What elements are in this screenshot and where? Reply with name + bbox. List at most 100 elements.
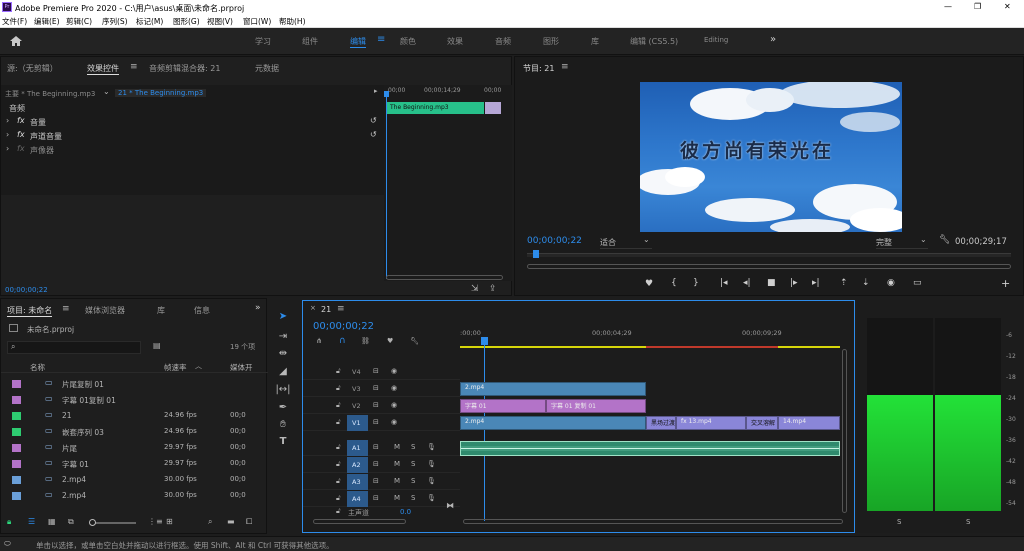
- lock-icon[interactable]: 🔓︎: [336, 460, 341, 469]
- panel-menu-icon[interactable]: ≡: [130, 62, 138, 72]
- solo-button[interactable]: S: [411, 443, 415, 451]
- meter-solo-left[interactable]: S: [897, 518, 901, 526]
- icon-view-icon[interactable]: ▦: [48, 517, 56, 526]
- play-only-icon[interactable]: ▸: [374, 87, 378, 95]
- workspace-editing-cs55[interactable]: 编辑 (CS5.5): [630, 36, 678, 47]
- nest-icon[interactable]: ⋔: [316, 337, 322, 345]
- workspace-editing-en[interactable]: Editing: [704, 36, 728, 44]
- fx-icon[interactable]: fx: [17, 116, 25, 125]
- microphone-icon[interactable]: 🎙︎: [427, 460, 436, 468]
- effect-row-channel-volume[interactable]: › fx 声道音量 ↺: [1, 130, 384, 143]
- sync-lock-icon[interactable]: ⊟: [373, 443, 379, 451]
- meter-solo-right[interactable]: S: [966, 518, 970, 526]
- label-color-swatch[interactable]: [12, 476, 21, 484]
- step-forward-icon[interactable]: |▸: [790, 278, 798, 288]
- project-item[interactable]: ▭ 2.mp4 30.00 fps 00;0: [1, 489, 268, 504]
- sync-lock-icon[interactable]: ⊟: [373, 494, 379, 502]
- close-tab-icon[interactable]: ×: [310, 304, 316, 312]
- chevron-right-icon[interactable]: ›: [6, 144, 9, 153]
- lock-icon[interactable]: 🔓︎: [336, 401, 341, 410]
- work-area-bar[interactable]: [460, 346, 646, 348]
- track-label[interactable]: A2: [352, 461, 361, 469]
- label-color-swatch[interactable]: [12, 460, 21, 468]
- clip-v2-subtitle-copy[interactable]: 字幕 01 复制 01: [546, 399, 646, 413]
- tab-audio-clip-mixer[interactable]: 音频剪辑混合器: 21: [149, 63, 220, 74]
- fx-icon[interactable]: fx: [17, 130, 25, 139]
- solo-button[interactable]: S: [411, 494, 415, 502]
- track-header[interactable]: 🔓︎ V3 ⊟ ◉: [303, 381, 460, 397]
- new-bin-icon[interactable]: ▬: [227, 517, 235, 526]
- effect-row-panner[interactable]: › fx 声像器: [1, 144, 384, 157]
- menu-edit[interactable]: 编辑(E): [34, 16, 60, 27]
- program-scrub-bar[interactable]: [527, 253, 1011, 257]
- effect-controls-timecode[interactable]: 00;00;00;22: [5, 286, 48, 294]
- menu-marker[interactable]: 标记(M): [136, 16, 163, 27]
- project-item[interactable]: ▭ 字幕 01复制 01: [1, 393, 268, 408]
- timeline-zoom-scrollbar[interactable]: [463, 519, 843, 524]
- program-timecode[interactable]: 00;00;00;22: [527, 236, 582, 246]
- lock-icon[interactable]: 🔓︎: [336, 418, 341, 427]
- video-frame[interactable]: 彼方尚有荣光在: [640, 82, 902, 232]
- project-item[interactable]: ▭ 字幕 01 29.97 fps 00;0: [1, 457, 268, 472]
- menu-sequence[interactable]: 序列(S): [102, 16, 128, 27]
- track-header[interactable]: 🔓︎ V1 ⊟ ◉: [303, 415, 460, 431]
- solo-button[interactable]: S: [411, 460, 415, 468]
- track-header[interactable]: 🔓︎ A3 ⊟ M S 🎙︎: [303, 474, 460, 490]
- master-track-header[interactable]: 🔓︎ 主声道 0.0: [303, 506, 460, 520]
- project-item[interactable]: ▭ 21 24.96 fps 00;0: [1, 409, 268, 424]
- chevron-right-icon[interactable]: ›: [6, 116, 9, 125]
- menu-window[interactable]: 窗口(W): [243, 16, 271, 27]
- menu-clip[interactable]: 剪辑(C): [66, 16, 92, 27]
- workspace-effects[interactable]: 效果: [447, 36, 463, 47]
- label-color-swatch[interactable]: [12, 396, 21, 404]
- label-color-swatch[interactable]: [12, 380, 21, 388]
- clip-v1-transition-black[interactable]: 黑场过渡: [646, 416, 676, 430]
- program-monitor-title[interactable]: 节目: 21: [523, 63, 554, 74]
- clip-v2-subtitle[interactable]: 字幕 01: [460, 399, 546, 413]
- toggle-output-icon[interactable]: ◉: [391, 384, 397, 392]
- type-tool-icon[interactable]: T: [275, 436, 291, 447]
- selection-tool-icon[interactable]: ➤: [275, 311, 291, 322]
- sequence-path[interactable]: 主要 * The Beginning.mp3: [5, 89, 95, 99]
- add-marker-icon[interactable]: ♥: [645, 279, 653, 289]
- ripple-edit-tool-icon[interactable]: ⇹: [275, 348, 291, 359]
- add-marker-icon[interactable]: ♥: [387, 337, 393, 345]
- track-label[interactable]: A1: [352, 444, 361, 452]
- add-button-icon[interactable]: +: [1001, 277, 1010, 290]
- track-header[interactable]: 🔓︎ A2 ⊟ M S 🎙︎: [303, 457, 460, 473]
- microphone-icon[interactable]: 🎙︎: [427, 443, 436, 451]
- toggle-output-icon[interactable]: ◉: [391, 418, 397, 426]
- sync-lock-icon[interactable]: ⊟: [373, 477, 379, 485]
- chevron-down-icon[interactable]: ⌄: [920, 235, 927, 244]
- mute-button[interactable]: M: [394, 477, 400, 485]
- mark-out-icon[interactable]: }: [693, 278, 699, 288]
- fx-icon[interactable]: fx: [17, 144, 25, 153]
- track-select-tool-icon[interactable]: ⇥: [275, 331, 291, 342]
- zoom-slider-thumb[interactable]: [89, 519, 96, 526]
- chevron-down-icon[interactable]: ⌄: [643, 235, 650, 244]
- master-volume-value[interactable]: 0.0: [400, 508, 411, 516]
- project-item[interactable]: ▭ 片尾复制 01: [1, 377, 268, 392]
- clip-a1-audio[interactable]: 2.mp4: [460, 441, 840, 456]
- project-item[interactable]: ▭ 2.mp4 30.00 fps 00;0: [1, 473, 268, 488]
- clip-v3-2mp4[interactable]: 2.mp4: [460, 382, 646, 396]
- workspace-editing[interactable]: 编辑: [350, 36, 366, 48]
- sync-lock-icon[interactable]: ⊟: [373, 401, 379, 409]
- lock-icon[interactable]: 🔓︎: [336, 384, 341, 393]
- tab-effect-controls[interactable]: 效果控件: [87, 63, 119, 75]
- workspace-menu-icon[interactable]: ≡: [377, 34, 385, 45]
- track-label[interactable]: V1: [352, 419, 361, 427]
- export-icon[interactable]: ⇪: [489, 284, 497, 294]
- workspace-overflow-icon[interactable]: »: [770, 34, 776, 45]
- clip-v1-cross-dissolve[interactable]: 交叉溶解: [746, 416, 778, 430]
- pen-tool-icon[interactable]: ✒: [275, 402, 291, 413]
- filter-icon[interactable]: ⇲: [471, 284, 479, 294]
- lock-icon[interactable]: 🔓︎: [336, 494, 341, 503]
- step-back-icon[interactable]: ◂|: [743, 278, 751, 288]
- clip-v1-14mp4[interactable]: 14.mp4: [778, 416, 840, 430]
- reset-icon[interactable]: ↺: [370, 116, 377, 125]
- home-icon[interactable]: [10, 36, 22, 46]
- lock-icon[interactable]: 🔓︎: [336, 477, 341, 486]
- toggle-output-icon[interactable]: ◉: [391, 367, 397, 375]
- workspace-assembly[interactable]: 组件: [302, 36, 318, 47]
